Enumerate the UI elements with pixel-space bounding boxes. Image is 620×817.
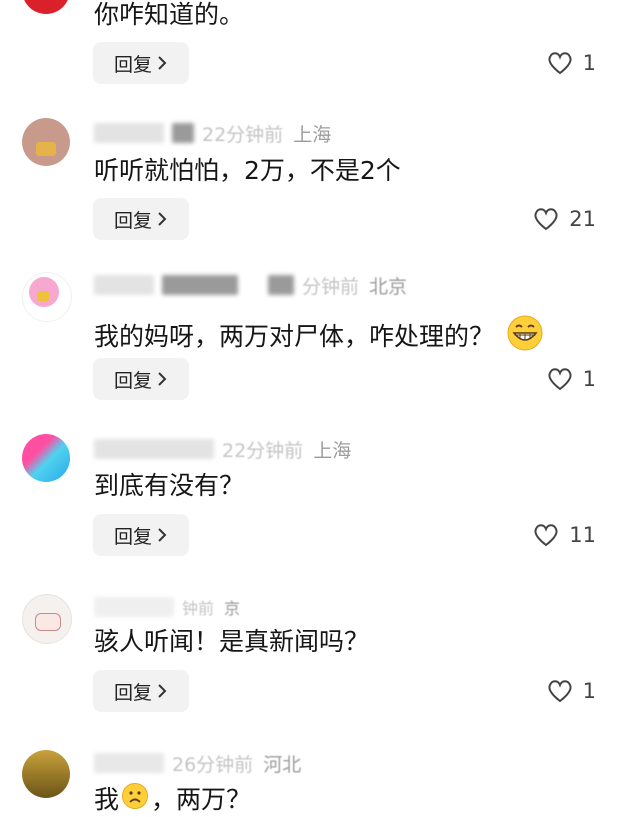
comment-text: 骇人听闻！是真新闻吗？ <box>94 627 370 656</box>
comment-location: 京 <box>224 599 241 618</box>
like-button[interactable]: 1 <box>547 48 596 78</box>
comment-location: 上海 <box>293 123 332 146</box>
avatar[interactable] <box>22 272 72 322</box>
chevron-right-icon <box>156 371 168 387</box>
username-redacted-block <box>162 275 238 295</box>
reply-label: 回复 <box>113 209 152 232</box>
avatar[interactable] <box>22 0 70 14</box>
grinning-emoji <box>506 314 544 359</box>
like-button[interactable]: 1 <box>547 676 596 706</box>
reply-button[interactable]: 回复 <box>93 42 189 84</box>
comment-meta: 26分钟前 河北 <box>94 750 301 776</box>
comment-time: 22分钟前 <box>202 123 284 146</box>
heart-outline-icon <box>548 680 572 703</box>
reply-button[interactable]: 回复 <box>93 198 189 240</box>
comment-text-part: ，两万？ <box>151 784 252 814</box>
reply-button[interactable]: 回复 <box>93 670 189 712</box>
username-redacted[interactable] <box>94 275 154 295</box>
comment-text: 听听就怕怕，2万，不是2个 <box>94 156 401 185</box>
avatar[interactable] <box>22 594 72 644</box>
reply-button[interactable]: 回复 <box>93 358 189 400</box>
comment-text-part: 我 <box>94 784 120 814</box>
comment-text: 我的妈呀，两万对尸体，咋处理的？ <box>94 314 544 359</box>
like-button[interactable]: 21 <box>533 204 596 234</box>
comment-meta: 22分钟前 上海 <box>94 436 351 462</box>
like-count: 11 <box>569 523 596 547</box>
comment-location: 上海 <box>313 439 352 462</box>
frowning-emoji <box>121 782 149 817</box>
chevron-right-icon <box>156 683 168 699</box>
avatar[interactable] <box>22 118 70 166</box>
like-count: 1 <box>582 51 596 75</box>
chevron-right-icon <box>156 527 168 543</box>
reply-label: 回复 <box>113 53 152 76</box>
avatar[interactable] <box>22 750 70 798</box>
comment-location: 河北 <box>263 753 302 776</box>
comment-meta: 分钟前 北京 <box>94 272 407 298</box>
heart-outline-icon <box>548 368 572 391</box>
comment-time: 26分钟前 <box>172 753 254 776</box>
comment-text: 到底有没有？ <box>94 471 245 500</box>
username-redacted[interactable] <box>94 753 164 773</box>
username-redacted-block <box>268 275 294 295</box>
comment-time: 22分钟前 <box>222 439 304 462</box>
like-count: 1 <box>582 679 596 703</box>
chevron-right-icon <box>156 55 168 71</box>
comment-text-body: 我的妈呀，两万对尸体，咋处理的？ <box>94 321 495 351</box>
comment-meta: 22分钟前 上海 <box>94 120 331 146</box>
like-button[interactable]: 11 <box>533 520 596 550</box>
comment-text: 我 ，两万？ <box>94 782 251 817</box>
like-count: 21 <box>569 207 596 231</box>
comment-location: 北京 <box>369 275 408 298</box>
comment-meta: 钟前 京 <box>94 594 240 620</box>
heart-outline-icon <box>534 208 558 231</box>
heart-outline-icon <box>548 52 572 75</box>
chevron-right-icon <box>156 211 168 227</box>
reply-button[interactable]: 回复 <box>93 514 189 556</box>
comment-time: 分钟前 <box>302 275 360 298</box>
like-count: 1 <box>582 367 596 391</box>
username-redacted[interactable] <box>94 439 214 459</box>
reply-label: 回复 <box>113 369 152 392</box>
comment-time: 钟前 <box>182 599 215 618</box>
comment-text: 你咋知道的。 <box>94 0 245 29</box>
avatar[interactable] <box>22 434 70 482</box>
heart-outline-icon <box>534 524 558 547</box>
reply-label: 回复 <box>113 681 152 704</box>
username-redacted[interactable] <box>94 123 164 143</box>
username-redacted-block <box>172 123 194 143</box>
like-button[interactable]: 1 <box>547 364 596 394</box>
reply-label: 回复 <box>113 525 152 548</box>
username-redacted[interactable] <box>94 597 174 617</box>
